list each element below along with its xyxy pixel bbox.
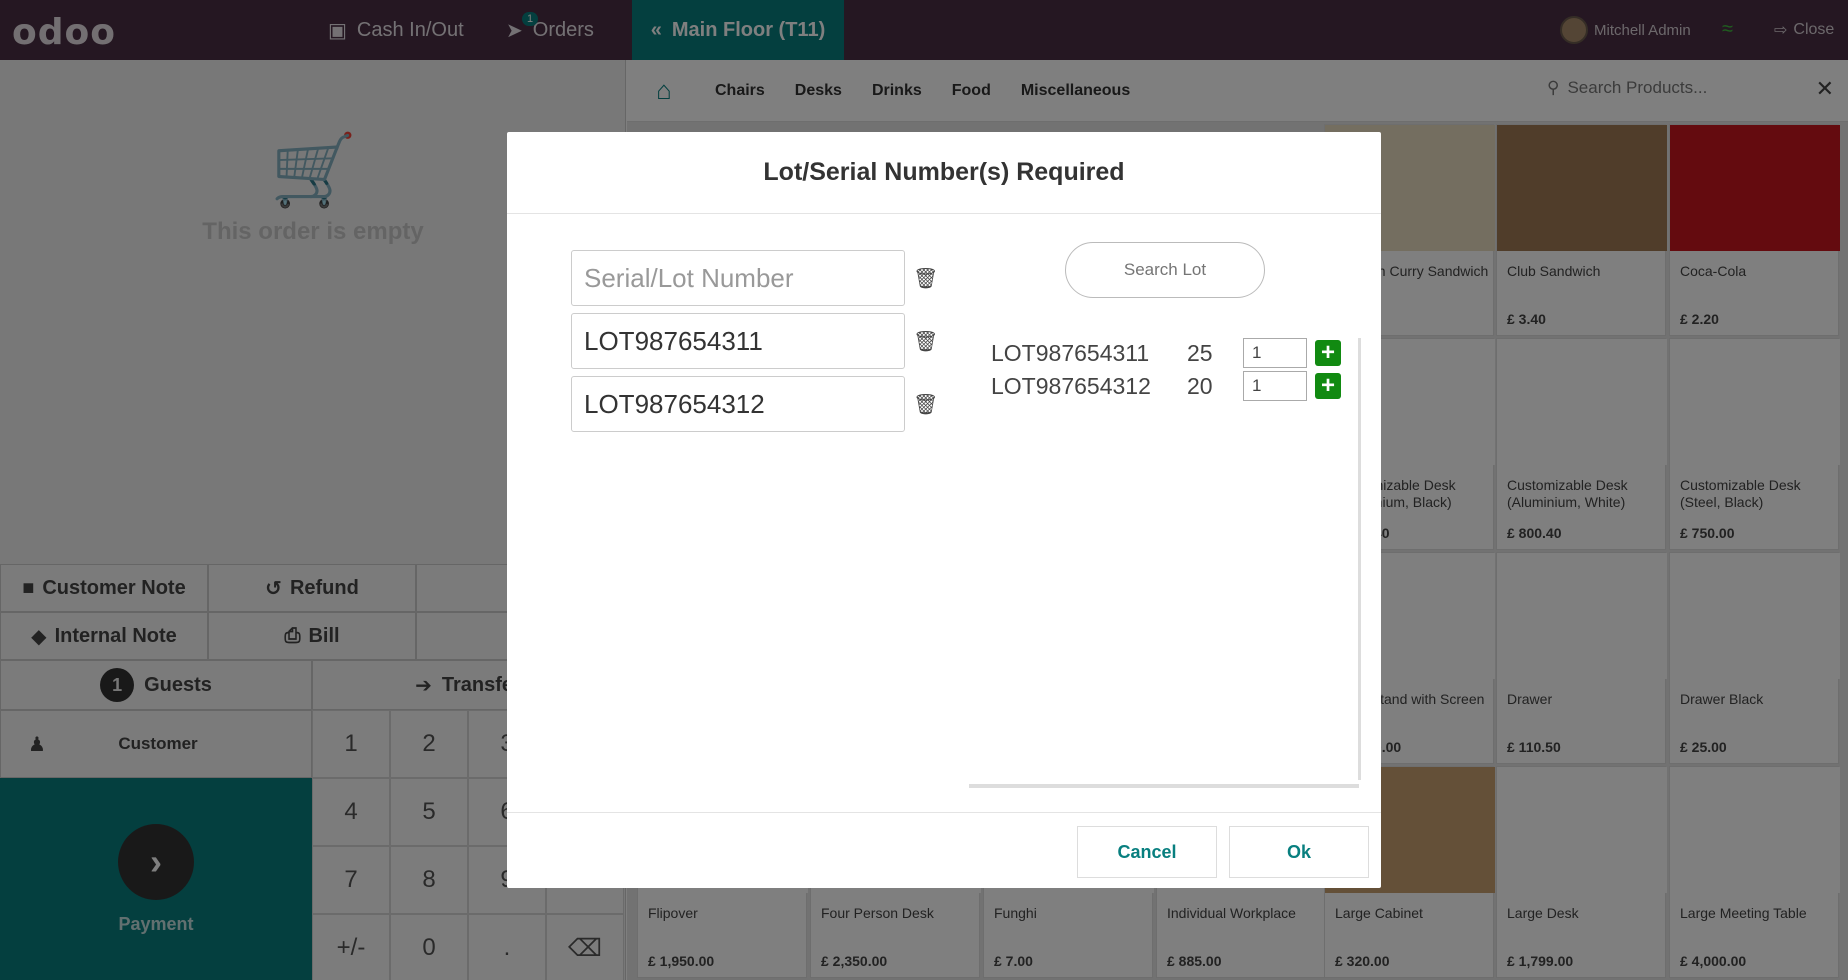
serial-row: 🗑 xyxy=(571,250,938,306)
lot-qty: 25 xyxy=(1187,339,1213,366)
lot-quantity-input[interactable] xyxy=(1243,338,1307,368)
lot-name: LOT987654311 xyxy=(991,339,1150,366)
lot-name: LOT987654312 xyxy=(991,372,1151,399)
trash-icon[interactable]: 🗑 xyxy=(913,392,938,417)
lot-qty: 20 xyxy=(1187,372,1213,399)
lot-item: LOT987654312 20 + xyxy=(991,371,1341,401)
lot-item: LOT987654311 25 + xyxy=(991,338,1341,368)
lot-list: LOT987654311 25 + LOT987654312 20 + xyxy=(981,338,1361,780)
plus-icon[interactable]: + xyxy=(1315,339,1341,366)
scrollbar[interactable] xyxy=(969,784,1359,788)
search-lot-input[interactable] xyxy=(1065,242,1265,298)
serial-row: 🗑 xyxy=(571,376,938,432)
plus-icon[interactable]: + xyxy=(1315,372,1341,399)
serial-row: 🗑 xyxy=(571,313,938,369)
trash-icon[interactable]: 🗑 xyxy=(913,329,938,354)
serial-input[interactable] xyxy=(571,250,905,306)
serial-input[interactable] xyxy=(571,376,905,432)
trash-icon[interactable]: 🗑 xyxy=(913,266,938,291)
cancel-button[interactable]: Cancel xyxy=(1077,826,1217,878)
serial-input[interactable] xyxy=(571,313,905,369)
lot-serial-dialog: Lot/Serial Number(s) Required 🗑 🗑 🗑 LOT9… xyxy=(507,132,1381,888)
lot-quantity-input[interactable] xyxy=(1243,371,1307,401)
dialog-title: Lot/Serial Number(s) Required xyxy=(507,132,1381,214)
ok-button[interactable]: Ok xyxy=(1229,826,1369,878)
